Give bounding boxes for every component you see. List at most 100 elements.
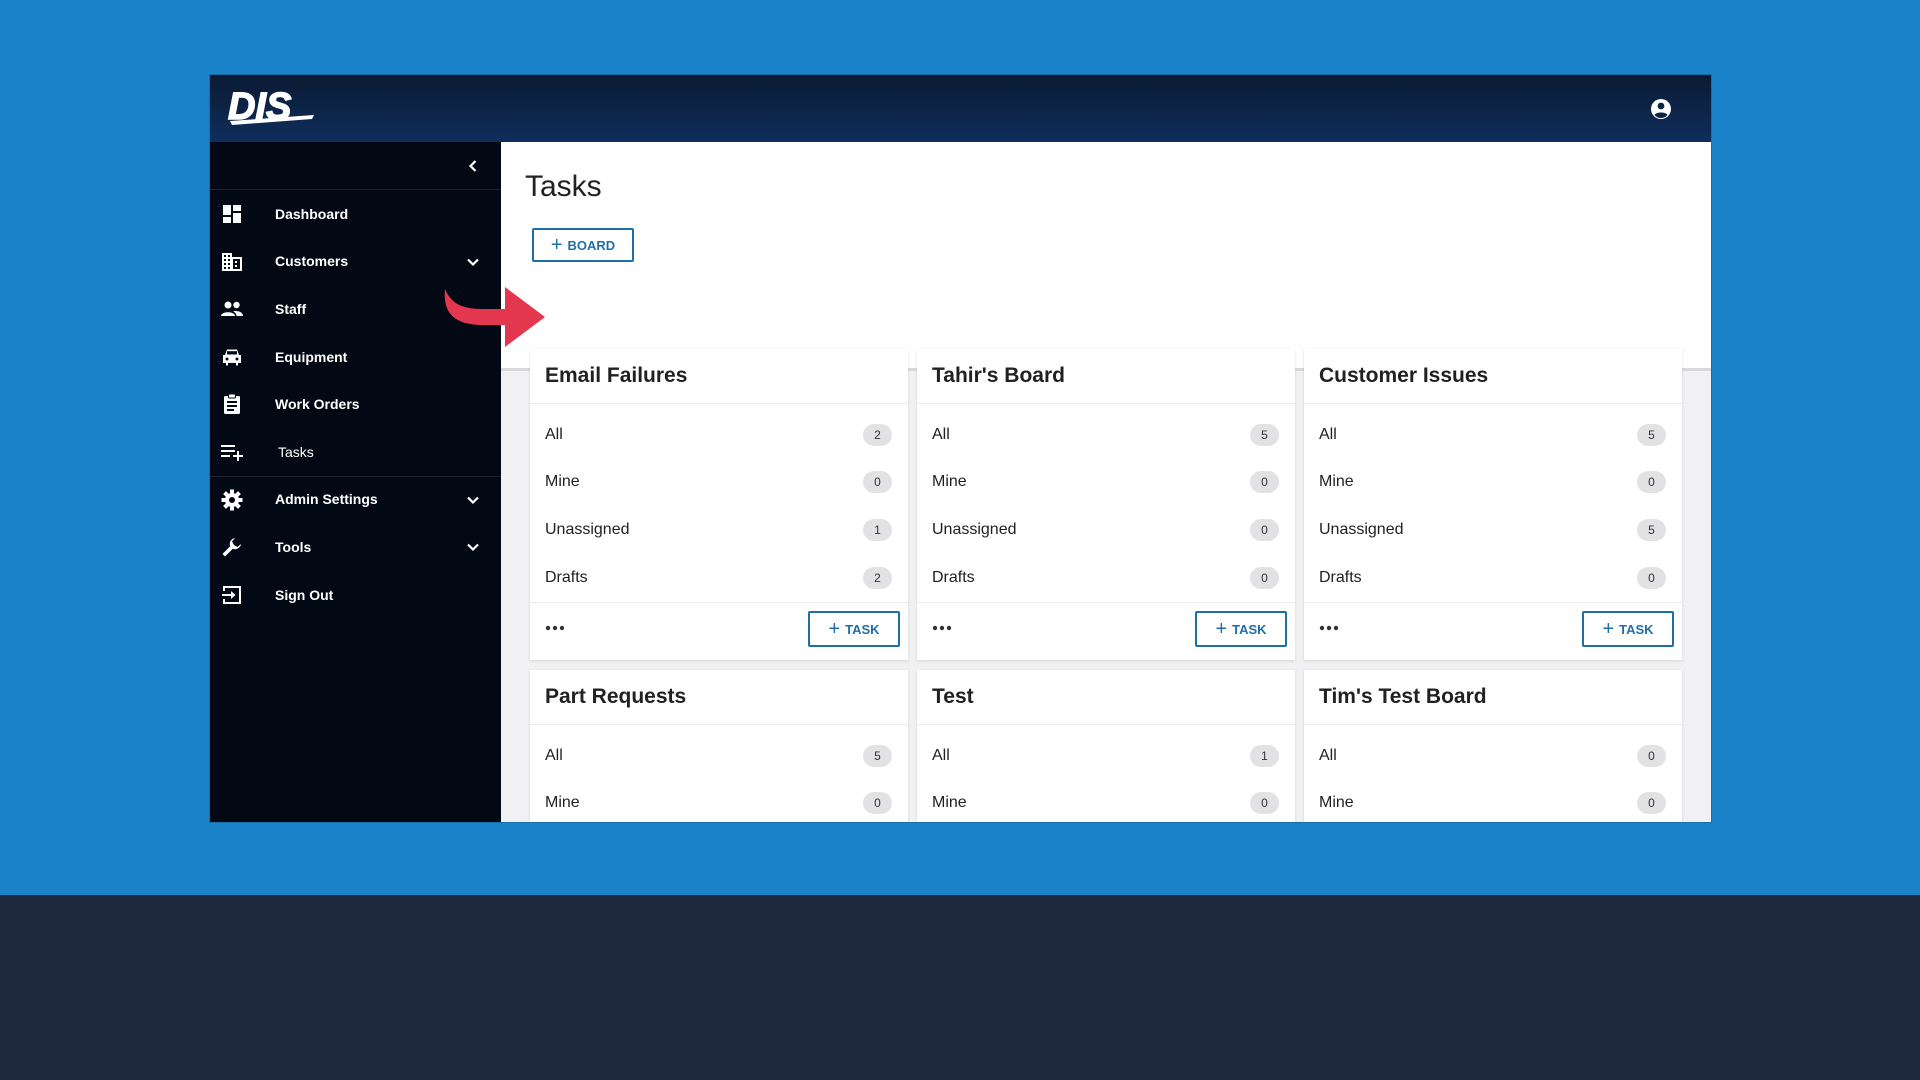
account-circle-icon[interactable] xyxy=(1649,97,1673,121)
board-row-list: All 5 Mine 0 Unassigned 0 Drafts 0 xyxy=(917,411,1295,601)
card-divider xyxy=(917,602,1295,603)
board-row-list: All 5 Mine 0 Unassigned 5 Drafts 0 xyxy=(1304,411,1682,601)
board-row-unassigned[interactable]: Unassigned 5 xyxy=(1304,506,1682,554)
count-badge: 5 xyxy=(863,744,892,767)
board-card: Customer Issues All 5 Mine 0 Unassigned 5 D… xyxy=(1304,349,1682,660)
board-card: Email Failures All 2 Mine 0 Unassigned 1 Dr… xyxy=(530,349,908,660)
dis-logo[interactable]: DIS xyxy=(226,85,322,127)
row-label: All xyxy=(545,746,563,764)
more-horizontal-icon[interactable] xyxy=(544,620,566,631)
building-icon xyxy=(220,250,244,274)
board-row-drafts[interactable]: Drafts 0 xyxy=(917,554,1295,602)
row-label: Unassigned xyxy=(545,520,630,538)
row-label: All xyxy=(932,425,950,443)
sidebar-item-work-orders[interactable]: Work Orders xyxy=(210,380,501,428)
sidebar-divider xyxy=(210,476,501,477)
row-label: Unassigned xyxy=(932,520,1017,538)
row-label: Drafts xyxy=(1319,568,1362,586)
add-task-label: TASK xyxy=(845,621,880,637)
add-task-button[interactable]: + TASK xyxy=(808,611,900,647)
count-badge: 1 xyxy=(863,518,892,541)
count-badge: 0 xyxy=(1250,518,1279,541)
dashboard-icon xyxy=(220,202,244,226)
sidebar: Dashboard Customers Staff Equipment Work… xyxy=(210,142,501,822)
board-row-unassigned[interactable]: Unassigned 0 xyxy=(917,506,1295,554)
chevron-down-icon[interactable] xyxy=(463,537,483,557)
sidebar-item-label: Sign Out xyxy=(275,586,334,603)
add-board-button[interactable]: + BOARD xyxy=(532,228,634,262)
row-label: Unassigned xyxy=(1319,520,1404,538)
row-label: All xyxy=(545,425,563,443)
board-row-list: All 5 Mine 0 xyxy=(530,732,908,822)
sidebar-item-dashboard[interactable]: Dashboard xyxy=(210,190,501,238)
row-label: Mine xyxy=(1319,473,1354,491)
sidebar-item-label: Equipment xyxy=(275,348,348,365)
board-row-all[interactable]: All 2 xyxy=(530,411,908,459)
board-row-drafts[interactable]: Drafts 0 xyxy=(1304,554,1682,602)
wrench-icon xyxy=(220,535,244,559)
count-badge: 0 xyxy=(863,471,892,494)
row-label: All xyxy=(932,746,950,764)
row-label: Mine xyxy=(545,473,580,491)
card-divider xyxy=(530,724,908,725)
board-row-mine[interactable]: Mine 0 xyxy=(530,780,908,822)
row-label: Mine xyxy=(545,794,580,812)
sidebar-item-tools[interactable]: Tools xyxy=(210,523,501,571)
annotation-arrow-icon xyxy=(444,287,545,347)
add-task-label: TASK xyxy=(1619,621,1654,637)
row-label: Mine xyxy=(932,794,967,812)
plus-icon: + xyxy=(1602,618,1615,640)
chevron-down-icon[interactable] xyxy=(463,252,483,272)
board-card: Test All 1 Mine 0 xyxy=(917,670,1295,822)
plus-icon: + xyxy=(828,618,841,640)
card-divider xyxy=(1304,724,1682,725)
sidebar-item-admin-settings[interactable]: Admin Settings xyxy=(210,476,501,524)
card-divider xyxy=(1304,403,1682,404)
add-task-label: TASK xyxy=(1232,621,1267,637)
board-row-mine[interactable]: Mine 0 xyxy=(917,780,1295,822)
board-row-mine[interactable]: Mine 0 xyxy=(1304,780,1682,822)
sidebar-item-tasks[interactable]: Tasks xyxy=(210,428,501,476)
row-label: Drafts xyxy=(545,568,588,586)
sidebar-item-label: Dashboard xyxy=(275,205,349,222)
board-row-all[interactable]: All 0 xyxy=(1304,732,1682,780)
card-divider xyxy=(917,403,1295,404)
sidebar-item-customers[interactable]: Customers xyxy=(210,238,501,286)
collapse-sidebar-button[interactable] xyxy=(461,154,485,178)
page-header: Tasks + BOARD xyxy=(501,142,1711,371)
board-row-all[interactable]: All 5 xyxy=(917,411,1295,459)
sidebar-item-sign-out[interactable]: Sign Out xyxy=(210,571,501,619)
count-badge: 2 xyxy=(863,423,892,446)
row-label: All xyxy=(1319,425,1337,443)
page-title: Tasks xyxy=(525,170,602,203)
app-window: DIS Dashboard Customers Staff Equipment … xyxy=(210,75,1711,822)
board-row-list: All 0 Mine 0 xyxy=(1304,732,1682,822)
sidebar-item-label: Tasks xyxy=(278,443,314,460)
add-task-button[interactable]: + TASK xyxy=(1195,611,1287,647)
add-task-button[interactable]: + TASK xyxy=(1582,611,1674,647)
row-label: Mine xyxy=(932,473,967,491)
clipboard-icon xyxy=(220,392,244,416)
count-badge: 0 xyxy=(1637,471,1666,494)
board-row-all[interactable]: All 1 xyxy=(917,732,1295,780)
board-row-mine[interactable]: Mine 0 xyxy=(1304,459,1682,507)
board-row-drafts[interactable]: Drafts 2 xyxy=(530,554,908,602)
board-row-mine[interactable]: Mine 0 xyxy=(530,459,908,507)
count-badge: 0 xyxy=(1250,471,1279,494)
board-title: Tahir's Board xyxy=(932,364,1065,387)
more-horizontal-icon[interactable] xyxy=(1318,620,1340,631)
count-badge: 0 xyxy=(863,792,892,815)
chevron-down-icon[interactable] xyxy=(463,490,483,510)
board-row-all[interactable]: All 5 xyxy=(530,732,908,780)
sidebar-item-label: Admin Settings xyxy=(275,491,378,508)
board-card: Part Requests All 5 Mine 0 xyxy=(530,670,908,822)
board-row-unassigned[interactable]: Unassigned 1 xyxy=(530,506,908,554)
board-row-all[interactable]: All 5 xyxy=(1304,411,1682,459)
count-badge: 0 xyxy=(1250,792,1279,815)
more-horizontal-icon[interactable] xyxy=(931,620,953,631)
gear-icon xyxy=(220,488,244,512)
plus-icon: + xyxy=(1215,618,1228,640)
board-row-mine[interactable]: Mine 0 xyxy=(917,459,1295,507)
sidebar-item-label: Staff xyxy=(275,300,307,317)
count-badge: 0 xyxy=(1637,744,1666,767)
